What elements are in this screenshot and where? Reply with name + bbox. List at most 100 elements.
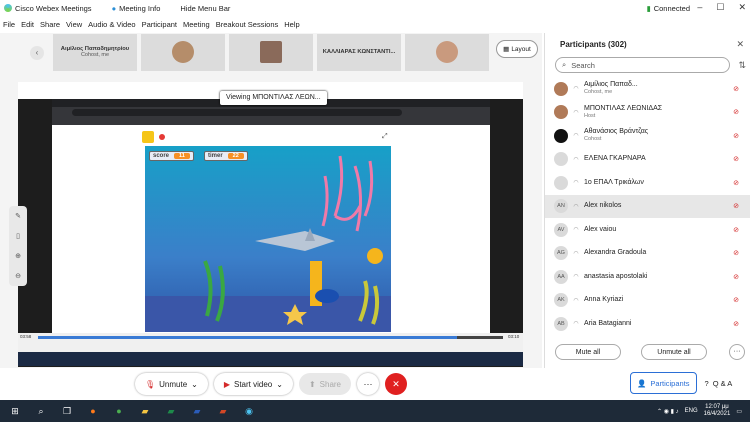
- participant-row[interactable]: ◠ Αθανάσιος Βράντζας Cohost ⊘: [545, 124, 750, 148]
- menu-view[interactable]: View: [66, 20, 82, 29]
- headphones-icon: ◠: [573, 250, 579, 257]
- mic-muted-icon[interactable]: ⊘: [733, 132, 739, 140]
- headphones-icon: ◠: [573, 133, 579, 140]
- scratch-game-stage: score 11 timer 22: [145, 146, 391, 332]
- menu-share[interactable]: Share: [40, 20, 60, 29]
- tray-icons[interactable]: ⌃ ◉ ▮ ♪: [657, 408, 679, 415]
- qa-icon: ?: [704, 378, 709, 388]
- seek-bar[interactable]: [38, 336, 503, 339]
- video-thumbnail[interactable]: [141, 33, 225, 71]
- meeting-info-button[interactable]: ● Meeting Info: [112, 4, 161, 13]
- participant-row[interactable]: ◠ Αιμίλιος Παπαδ... Cohost, me ⊘: [545, 77, 750, 101]
- annotate-icon[interactable]: ✎: [15, 212, 21, 220]
- menu-meeting[interactable]: Meeting: [183, 20, 210, 29]
- unmute-button[interactable]: 🎙 Unmute ⌄: [134, 373, 208, 395]
- participant-name-block: Alexandra Gradoula: [584, 249, 646, 257]
- tab-qa[interactable]: ? Q & A: [701, 372, 737, 394]
- participant-role: Host: [584, 112, 596, 119]
- participant-row[interactable]: AN ◠ Alex nikolos ⊘: [545, 194, 750, 218]
- participant-photo: [436, 41, 458, 63]
- menu-edit[interactable]: Edit: [21, 20, 34, 29]
- panel-more-button[interactable]: ···: [729, 344, 745, 360]
- minimize-icon[interactable]: –: [697, 2, 702, 13]
- participant-row[interactable]: AA ◠ anastasia apostolaki ⊘: [545, 265, 750, 289]
- mute-all-button[interactable]: Mute all: [555, 344, 621, 360]
- participant-name: ΜΠΟΝΤΙΛΑΣ ΛΕΩΝΙΔΑΣ: [584, 104, 663, 112]
- headphones-icon: ◠: [573, 227, 579, 234]
- maximize-icon[interactable]: ☐: [716, 2, 724, 13]
- more-options-button[interactable]: ···: [357, 373, 380, 395]
- avatar: [554, 81, 568, 96]
- panel-title: Participants (302): [560, 39, 627, 49]
- menu-help[interactable]: Help: [284, 20, 299, 29]
- mic-muted-icon[interactable]: ⊘: [733, 108, 739, 116]
- excel-icon[interactable]: ▰: [160, 400, 182, 422]
- share-button[interactable]: ⬆ Share: [298, 373, 352, 395]
- mic-muted-icon[interactable]: ⊘: [733, 320, 739, 328]
- menu-bar: File Edit Share View Audio & Video Parti…: [0, 17, 545, 31]
- language-indicator[interactable]: ENG: [685, 408, 698, 414]
- pointer-icon[interactable]: ▯: [16, 232, 20, 240]
- mic-muted-icon[interactable]: ⊘: [733, 273, 739, 281]
- video-thumbnail[interactable]: [229, 33, 313, 71]
- word-icon[interactable]: ▰: [186, 400, 208, 422]
- participant-row[interactable]: AV ◠ Alex vaiou ⊘: [545, 218, 750, 242]
- participants-panel: Participants (302) ✕ ⌕ Search ⇅ ◠ Αιμίλιος…: [544, 33, 750, 368]
- mic-muted-icon[interactable]: ⊘: [733, 226, 739, 234]
- mic-muted-icon[interactable]: ⊘: [733, 296, 739, 304]
- windows-taskbar: ⊞ ⌕ ❐ ● ● ▰ ▰ ▰ ▰ ◉ ⌃ ◉ ▮ ♪ ENG 12:07 μμ…: [0, 400, 750, 422]
- powerpoint-icon[interactable]: ▰: [212, 400, 234, 422]
- zoom-out-icon[interactable]: ⊖: [15, 272, 21, 280]
- file-explorer-icon[interactable]: ▰: [134, 400, 156, 422]
- video-thumbnail[interactable]: ΚΑΛΛΙΑΡΑΣ ΚΩΝΣΤΑΝΤΙ...: [317, 33, 401, 71]
- participant-name-block: Anna Kyriazi: [584, 296, 623, 304]
- mic-muted-icon[interactable]: ⊘: [733, 202, 739, 210]
- info-icon: ●: [111, 3, 117, 13]
- menu-audio-video[interactable]: Audio & Video: [88, 20, 135, 29]
- participant-row[interactable]: AK ◠ Anna Kyriazi ⊘: [545, 289, 750, 313]
- participant-name-block: Aria Batagianni: [584, 320, 631, 328]
- participant-row[interactable]: ◠ ΕΛΕΝΑ ΓΚΑΡΝΑΡΑ ⊘: [545, 148, 750, 172]
- end-meeting-button[interactable]: ✕: [385, 373, 408, 395]
- windows-start-icon[interactable]: ⊞: [4, 400, 26, 422]
- hide-menu-bar-button[interactable]: Hide Menu Bar: [180, 4, 230, 13]
- participant-row[interactable]: AG ◠ Alexandra Gradoula ⊘: [545, 242, 750, 266]
- participant-row[interactable]: ◠ 1ο ΕΠΑΛ Τρικάλων ⊘: [545, 171, 750, 195]
- close-icon[interactable]: ✕: [738, 2, 746, 13]
- sort-icon[interactable]: ⇅: [738, 60, 746, 71]
- video-thumbnail[interactable]: [405, 33, 489, 71]
- zoom-toolbar: ✎ ▯ ⊕ ⊖: [9, 206, 27, 286]
- unmute-all-button[interactable]: Unmute all: [641, 344, 707, 360]
- task-view-icon[interactable]: ❐: [56, 400, 78, 422]
- headphones-icon: ◠: [573, 180, 579, 187]
- webex-taskbar-icon[interactable]: ◉: [238, 400, 260, 422]
- mic-muted-icon[interactable]: ⊘: [733, 155, 739, 163]
- start-video-button[interactable]: ▶ Start video ⌄: [213, 373, 293, 395]
- app-title: Cisco Webex Meetings: [15, 3, 92, 13]
- participant-row[interactable]: ◠ ΜΠΟΝΤΙΛΑΣ ΛΕΩΝΙΔΑΣ Host ⊘: [545, 101, 750, 125]
- mic-muted-icon[interactable]: ⊘: [733, 85, 739, 93]
- clock[interactable]: 12:07 μμ 16/4/2021: [704, 404, 731, 418]
- zoom-in-icon[interactable]: ⊕: [15, 252, 21, 260]
- participant-photo: [172, 41, 194, 63]
- connection-status[interactable]: ▮ Connected: [647, 4, 690, 13]
- video-thumbnail-strip: Αιμίλιος Παπαδημητρίου Cohost, me ΚΑΛΛΙΑΡ…: [0, 33, 542, 71]
- firefox-icon[interactable]: ●: [82, 400, 104, 422]
- mic-muted-icon[interactable]: ⊘: [733, 249, 739, 257]
- participant-name-block: ΜΠΟΝΤΙΛΑΣ ΛΕΩΝΙΔΑΣ Host: [584, 105, 662, 120]
- tab-participants[interactable]: 👤 Participants: [630, 372, 697, 394]
- layout-button[interactable]: ▦ Layout: [496, 40, 538, 58]
- notifications-icon[interactable]: ▭: [736, 408, 742, 415]
- menu-participant[interactable]: Participant: [142, 20, 177, 29]
- search-icon[interactable]: ⌕: [30, 400, 52, 422]
- participant-search-input[interactable]: ⌕ Search: [555, 57, 730, 73]
- mic-muted-icon[interactable]: ⊘: [733, 179, 739, 187]
- headphones-icon: ◠: [573, 274, 579, 281]
- video-thumbnail[interactable]: Αιμίλιος Παπαδημητρίου Cohost, me: [53, 33, 137, 71]
- signal-icon: ▮: [646, 3, 651, 13]
- participant-row[interactable]: AB ◠ Aria Batagianni ⊘: [545, 312, 750, 336]
- menu-breakout-sessions[interactable]: Breakout Sessions: [216, 20, 279, 29]
- menu-file[interactable]: File: [3, 20, 15, 29]
- close-panel-icon[interactable]: ✕: [736, 39, 744, 50]
- chrome-icon[interactable]: ●: [108, 400, 130, 422]
